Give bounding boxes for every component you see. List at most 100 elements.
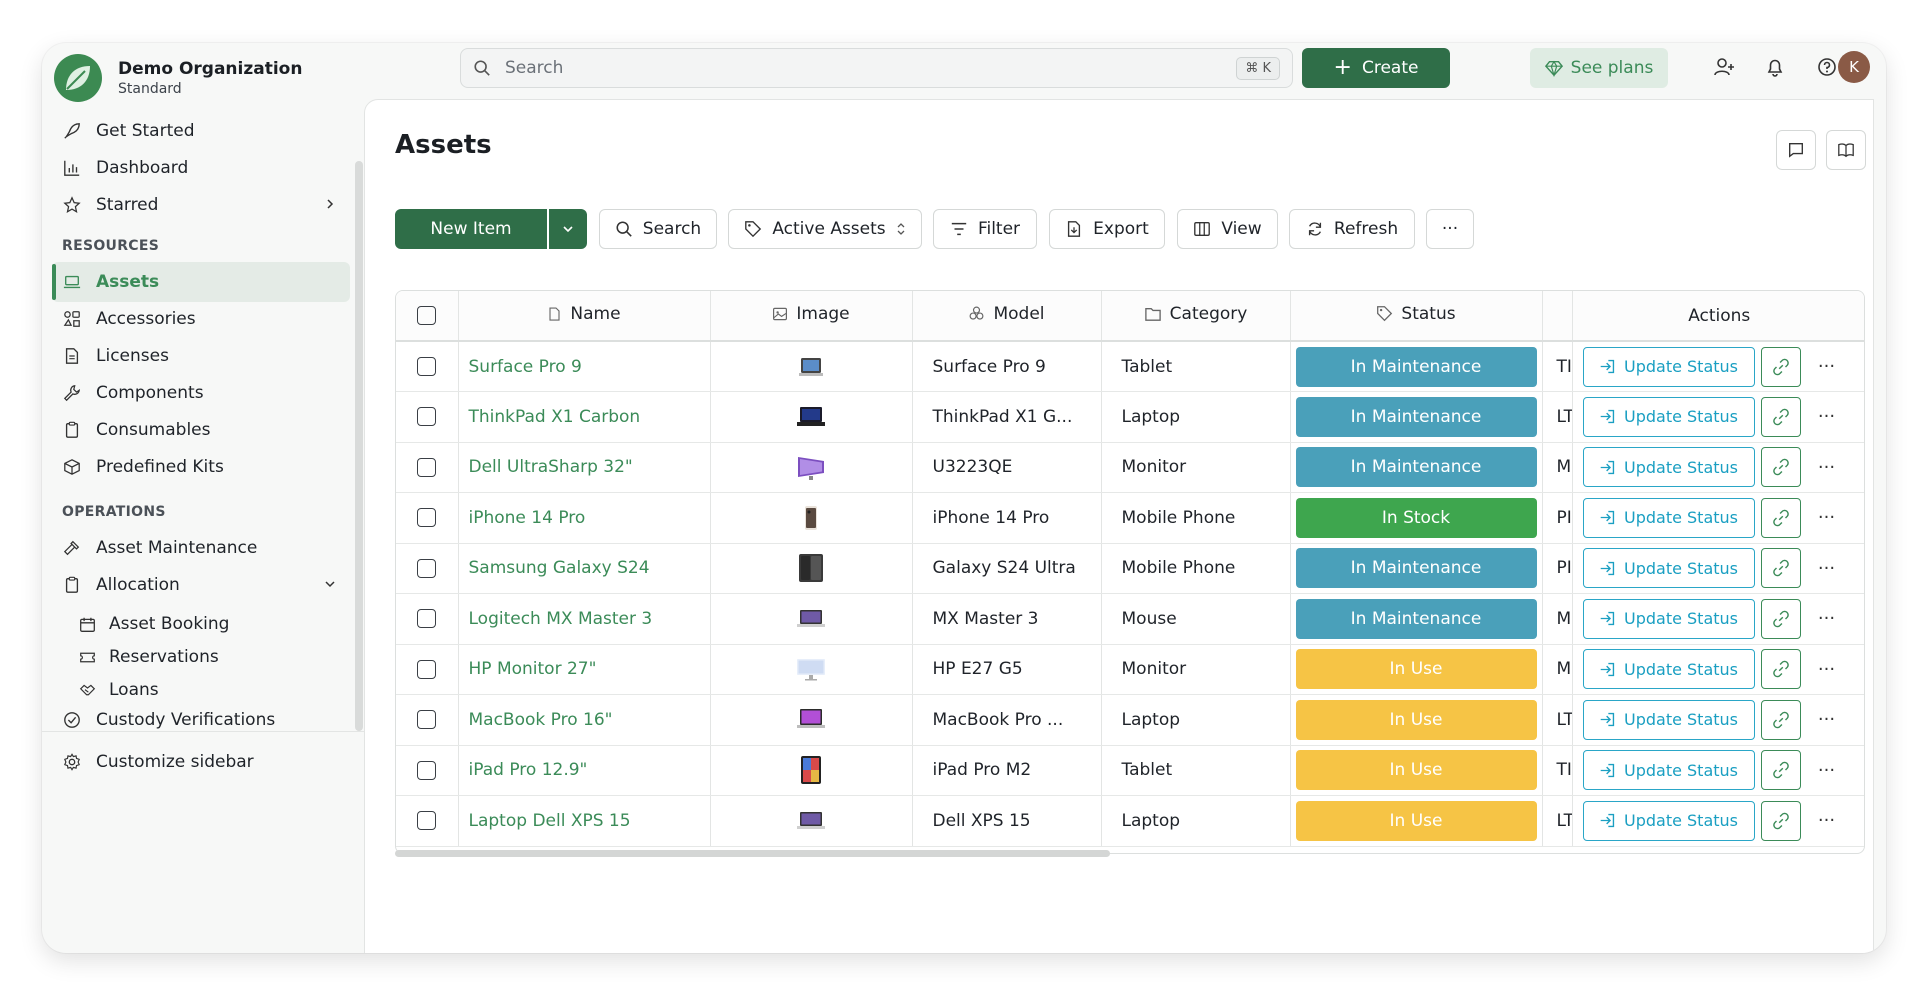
row-checkbox[interactable] bbox=[417, 710, 437, 730]
add-user-icon[interactable] bbox=[1712, 55, 1736, 79]
new-item-button[interactable]: New Item bbox=[395, 209, 547, 249]
link-button[interactable] bbox=[1760, 699, 1801, 740]
row-more-button[interactable]: ··· bbox=[1807, 599, 1847, 639]
select-all-checkbox[interactable] bbox=[417, 306, 437, 325]
update-status-button[interactable]: Update Status bbox=[1582, 447, 1755, 488]
refresh-button[interactable]: Refresh bbox=[1289, 209, 1415, 249]
asset-name-link[interactable]: MacBook Pro 16" bbox=[458, 694, 711, 746]
row-checkbox[interactable] bbox=[417, 457, 437, 477]
see-plans-button[interactable]: See plans bbox=[1530, 48, 1668, 88]
sidebar-item-assets[interactable]: Assets bbox=[52, 262, 350, 302]
link-button[interactable] bbox=[1760, 346, 1801, 387]
help-icon[interactable] bbox=[1815, 55, 1839, 79]
row-checkbox[interactable] bbox=[417, 811, 437, 831]
asset-name-link[interactable]: Laptop Dell XPS 15 bbox=[458, 795, 711, 847]
org-switcher[interactable]: Demo Organization Standard bbox=[54, 54, 302, 102]
table-row[interactable]: Samsung Galaxy S24 Galaxy S24 Ultra Mobile… bbox=[396, 543, 1864, 594]
update-status-button[interactable]: Update Status bbox=[1582, 497, 1755, 538]
link-button[interactable] bbox=[1760, 548, 1801, 589]
asset-name-link[interactable]: Dell UltraSharp 32" bbox=[458, 442, 711, 493]
sidebar-item-allocation[interactable]: Allocation bbox=[52, 565, 350, 605]
link-button[interactable] bbox=[1760, 750, 1801, 791]
row-more-button[interactable]: ··· bbox=[1807, 750, 1847, 790]
column-header-status[interactable]: Status bbox=[1290, 291, 1543, 342]
asset-name-link[interactable]: Surface Pro 9 bbox=[458, 341, 711, 392]
row-more-button[interactable]: ··· bbox=[1807, 347, 1847, 387]
row-checkbox[interactable] bbox=[417, 659, 437, 679]
sidebar-scrollbar[interactable] bbox=[355, 161, 363, 731]
new-item-dropdown[interactable] bbox=[549, 209, 587, 249]
column-header-model[interactable]: Model bbox=[912, 291, 1102, 342]
customize-sidebar-button[interactable]: Customize sidebar bbox=[52, 742, 350, 782]
sidebar-item-consumables[interactable]: Consumables bbox=[52, 410, 350, 450]
sidebar-item-get-started[interactable]: Get Started bbox=[52, 111, 350, 151]
link-button[interactable] bbox=[1760, 497, 1801, 538]
export-button[interactable]: Export bbox=[1049, 209, 1165, 249]
update-status-button[interactable]: Update Status bbox=[1582, 800, 1755, 841]
link-button[interactable] bbox=[1760, 447, 1801, 488]
user-avatar[interactable]: K bbox=[1838, 51, 1870, 83]
row-more-button[interactable]: ··· bbox=[1807, 548, 1847, 588]
update-status-button[interactable]: Update Status bbox=[1582, 750, 1755, 791]
row-more-button[interactable]: ··· bbox=[1807, 700, 1847, 740]
table-row[interactable]: iPhone 14 Pro iPhone 14 Pro Mobile Phone In… bbox=[396, 492, 1864, 544]
row-more-button[interactable]: ··· bbox=[1807, 397, 1847, 437]
update-status-button[interactable]: Update Status bbox=[1582, 346, 1755, 387]
update-status-button[interactable]: Update Status bbox=[1582, 699, 1755, 740]
link-button[interactable] bbox=[1760, 396, 1801, 437]
asset-name-link[interactable]: Samsung Galaxy S24 bbox=[458, 543, 711, 594]
update-status-button[interactable]: Update Status bbox=[1582, 396, 1755, 437]
row-more-button[interactable]: ··· bbox=[1807, 649, 1847, 689]
row-checkbox[interactable] bbox=[417, 760, 437, 780]
sidebar-item-custody-verifications[interactable]: Custody Verifications bbox=[52, 700, 350, 740]
more-options-button[interactable]: ··· bbox=[1426, 209, 1474, 249]
link-button[interactable] bbox=[1760, 800, 1801, 841]
update-status-button[interactable]: Update Status bbox=[1582, 649, 1755, 690]
sidebar-item-accessories[interactable]: Accessories bbox=[52, 299, 350, 339]
update-status-button[interactable]: Update Status bbox=[1582, 548, 1755, 589]
sidebar-item-licenses[interactable]: Licenses bbox=[52, 336, 350, 376]
table-row[interactable]: iPad Pro 12.9" iPad Pro M2 Tablet In Use TI U… bbox=[396, 745, 1864, 796]
asset-name-link[interactable]: iPhone 14 Pro bbox=[458, 492, 711, 544]
row-checkbox[interactable] bbox=[417, 558, 437, 578]
table-row[interactable]: ThinkPad X1 Carbon ThinkPad X1 G... Laptop… bbox=[396, 391, 1864, 443]
sidebar-item-asset-maintenance[interactable]: Asset Maintenance bbox=[52, 528, 350, 568]
asset-name-link[interactable]: ThinkPad X1 Carbon bbox=[458, 391, 711, 443]
table-row[interactable]: Logitech MX Master 3 MX Master 3 Mouse In M… bbox=[396, 593, 1864, 645]
bell-icon[interactable] bbox=[1763, 55, 1787, 79]
update-status-button[interactable]: Update Status bbox=[1582, 598, 1755, 639]
sidebar-item-dashboard[interactable]: Dashboard bbox=[52, 148, 350, 188]
global-search[interactable]: ⌘ K bbox=[460, 48, 1293, 88]
link-button[interactable] bbox=[1760, 649, 1801, 690]
table-row[interactable]: MacBook Pro 16" MacBook Pro ... Laptop In U… bbox=[396, 694, 1864, 746]
filter-button[interactable]: Filter bbox=[933, 209, 1037, 249]
asset-name-link[interactable]: iPad Pro 12.9" bbox=[458, 745, 711, 796]
sidebar-item-predefined-kits[interactable]: Predefined Kits bbox=[52, 447, 350, 487]
row-checkbox[interactable] bbox=[417, 407, 437, 427]
comments-button[interactable] bbox=[1776, 130, 1816, 170]
link-button[interactable] bbox=[1760, 598, 1801, 639]
column-header-category[interactable]: Category bbox=[1101, 291, 1291, 342]
table-row[interactable]: Surface Pro 9 Surface Pro 9 Tablet In Maint… bbox=[396, 341, 1864, 392]
row-checkbox[interactable] bbox=[417, 508, 437, 528]
create-button[interactable]: + Create bbox=[1302, 48, 1450, 88]
docs-button[interactable] bbox=[1826, 130, 1866, 170]
table-row[interactable]: Laptop Dell XPS 15 Dell XPS 15 Laptop In Us… bbox=[396, 795, 1864, 847]
global-search-input[interactable] bbox=[505, 58, 1237, 78]
asset-name-link[interactable]: Logitech MX Master 3 bbox=[458, 593, 711, 645]
table-row[interactable]: Dell UltraSharp 32" U3223QE Monitor In Main… bbox=[396, 442, 1864, 493]
table-row[interactable]: HP Monitor 27" HP E27 G5 Monitor In Use M Upd… bbox=[396, 644, 1864, 695]
sidebar-item-starred[interactable]: Starred bbox=[52, 185, 350, 225]
view-button[interactable]: View bbox=[1177, 209, 1278, 249]
active-assets-select[interactable]: Active Assets bbox=[728, 209, 922, 249]
row-more-button[interactable]: ··· bbox=[1807, 447, 1847, 487]
table-horizontal-scrollbar[interactable] bbox=[395, 850, 1110, 857]
row-checkbox[interactable] bbox=[417, 609, 437, 629]
row-more-button[interactable]: ··· bbox=[1807, 801, 1847, 841]
column-header-name[interactable]: Name bbox=[458, 291, 711, 342]
sidebar-item-components[interactable]: Components bbox=[52, 373, 350, 413]
row-checkbox[interactable] bbox=[417, 357, 437, 376]
asset-name-link[interactable]: HP Monitor 27" bbox=[458, 644, 711, 695]
row-more-button[interactable]: ··· bbox=[1807, 498, 1847, 538]
search-button[interactable]: Search bbox=[599, 209, 717, 249]
